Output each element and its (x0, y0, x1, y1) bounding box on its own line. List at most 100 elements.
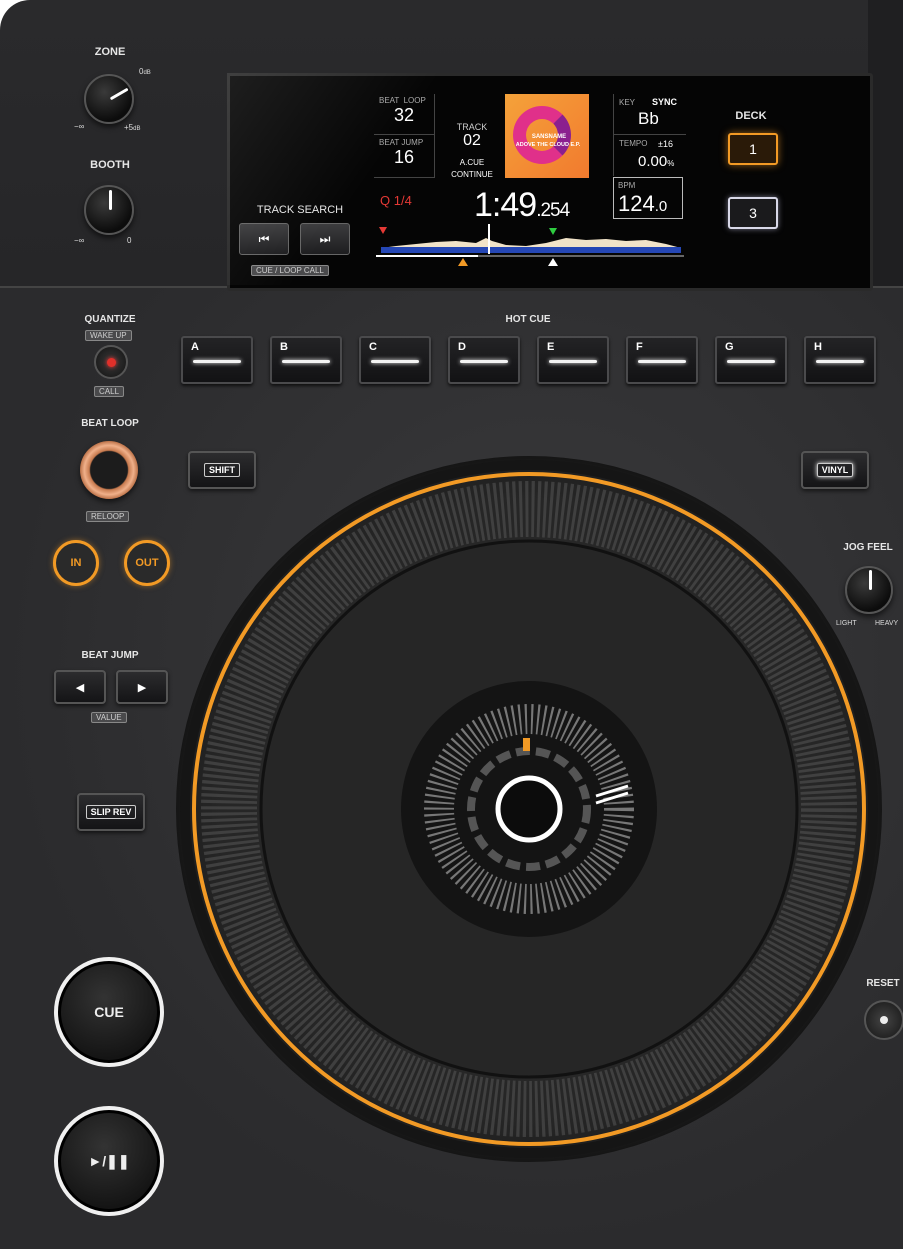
play-pause-label: ►/❚❚ (58, 1110, 160, 1212)
beat-loop-encoder[interactable] (80, 441, 138, 499)
booth-max-label: 0 (127, 236, 132, 245)
reloop-label: RELOOP (86, 511, 130, 522)
overview-track (376, 255, 684, 257)
zone-min-label: −∞ (74, 122, 85, 131)
track-search-prev-button[interactable]: ⏮ (239, 223, 289, 255)
arrow-left-icon: ◀ (75, 681, 85, 694)
screen-tempo-range: ±16 (658, 139, 673, 149)
hot-cue-d-button[interactable]: D (448, 336, 520, 384)
bpm-readout: 124.0 (618, 191, 667, 217)
screen-beat-loop-value: 32 (393, 105, 415, 125)
loop-in-button[interactable]: IN (53, 540, 99, 586)
cue-label: CUE (58, 961, 160, 1063)
screen-quantize-value: Q 1/4 (380, 193, 412, 208)
play-pause-button[interactable]: ►/❚❚ (54, 1106, 164, 1216)
screen-tempo-value: 0.00 (638, 153, 668, 170)
slip-rev-label: SLIP REV (85, 805, 137, 819)
zone-max-label: +5 (124, 123, 134, 132)
beat-jump-cell: BEAT JUMP 16 (374, 135, 435, 178)
screen-track-label: TRACK (456, 122, 488, 132)
hot-cue-h-led (816, 360, 864, 363)
screen-bpm-label: BPM (618, 181, 636, 190)
jog-position-indicator (523, 738, 530, 751)
beat-loop-label: BEAT LOOP (81, 418, 139, 429)
display-screen: TRACK SEARCH ⏮ ⏭ CUE / LOOP CALL BEAT LO… (227, 73, 873, 291)
screen-track-value: 02 (463, 132, 481, 149)
quantize-button[interactable] (94, 345, 128, 379)
playhead (488, 224, 490, 254)
zone-label: ZONE (94, 46, 126, 58)
cue-button[interactable]: CUE (54, 957, 164, 1067)
artwork-artist: SANSNAME (531, 134, 567, 140)
hot-cue-g-button[interactable]: G (715, 336, 787, 384)
quantize-led (106, 357, 116, 367)
hot-cue-a-button[interactable]: A (181, 336, 253, 384)
skip-forward-icon: ⏭ (319, 231, 331, 246)
screen-auto-cue: A.CUE (459, 158, 485, 167)
cue-loop-call-label: CUE / LOOP CALL (251, 265, 329, 276)
screen-continue: CONTINUE (451, 170, 493, 179)
bpm-cell: BPM 124.0 (613, 177, 683, 219)
reset-button[interactable] (864, 1000, 903, 1040)
slip-rev-button[interactable]: SLIP REV (77, 793, 145, 831)
wake-up-label: WAKE UP (85, 330, 132, 341)
hot-cue-c-button[interactable]: C (359, 336, 431, 384)
screen-time-ms: .254 (536, 200, 570, 221)
album-artwork: SANSNAME ADOVE THE CLOUD E.P. (505, 94, 589, 178)
zone-zero-unit: dB (143, 70, 151, 76)
screen-key-value: Bb (638, 109, 659, 128)
jog-center-ring (495, 775, 563, 843)
screen-tempo-unit: % (667, 159, 675, 168)
deck-label: DECK (735, 110, 767, 122)
key-cell: KEY SYNC Bb (613, 94, 686, 135)
zone-max-unit: dB (133, 126, 141, 132)
hot-cue-d-led (460, 360, 508, 363)
overview-fill (376, 255, 478, 257)
track-search-next-button[interactable]: ⏭ (300, 223, 350, 255)
hot-cue-h-button[interactable]: H (804, 336, 876, 384)
booth-knob[interactable] (84, 185, 134, 235)
waveform (376, 224, 684, 254)
hot-cue-b-label: B (280, 341, 288, 353)
booth-min-label: −∞ (74, 236, 85, 245)
jog-wheel[interactable] (176, 456, 882, 1162)
screen-bpm-decimal: .0 (654, 198, 668, 215)
screen-key-label: KEY (619, 98, 636, 107)
deck-1-button[interactable]: 1 (728, 133, 778, 165)
value-label: VALUE (91, 712, 127, 723)
side-rail (868, 0, 903, 305)
deck-3-button[interactable]: 3 (728, 197, 778, 229)
screen-time-main: 1:49 (474, 186, 537, 224)
hot-cue-b-button[interactable]: B (270, 336, 342, 384)
track-search-label: TRACK SEARCH (256, 204, 344, 216)
hot-cue-g-label: G (725, 341, 734, 353)
beat-loop-cell: BEAT LOOP 32 (374, 94, 435, 135)
zone-max-mark: +5dB (124, 123, 140, 132)
tempo-cell: TEMPO ±16 0.00% (613, 135, 686, 176)
waveform-lower (381, 247, 681, 253)
hot-cue-g-led (727, 360, 775, 363)
zone-knob[interactable] (84, 74, 134, 124)
arrow-right-icon: ▶ (137, 681, 147, 694)
zone-zero-mark: 0dB (139, 67, 151, 76)
reset-label: RESET (866, 978, 900, 989)
beat-jump-back-button[interactable]: ◀ (54, 670, 106, 704)
skip-back-icon: ⏮ (258, 231, 270, 246)
beat-jump-label: BEAT JUMP (81, 650, 139, 661)
hot-cue-e-button[interactable]: E (537, 336, 609, 384)
loop-out-button[interactable]: OUT (124, 540, 170, 586)
reset-dot (880, 1016, 888, 1024)
hot-cue-d-label: D (458, 341, 466, 353)
tempo-readout: 0.00% (638, 153, 674, 170)
screen-bpm-value: 124 (618, 191, 655, 216)
hot-cue-f-button[interactable]: F (626, 336, 698, 384)
beat-jump-forward-button[interactable]: ▶ (116, 670, 168, 704)
waveform-upper (381, 238, 681, 248)
booth-label: BOOTH (90, 159, 130, 171)
overview-position-marker (548, 258, 558, 266)
hot-cue-f-label: F (636, 341, 643, 353)
hot-cue-a-led (193, 360, 241, 363)
hot-cue-a-label: A (191, 341, 199, 353)
hot-cue-c-led (371, 360, 419, 363)
jog-wheel-svg (180, 460, 878, 1158)
